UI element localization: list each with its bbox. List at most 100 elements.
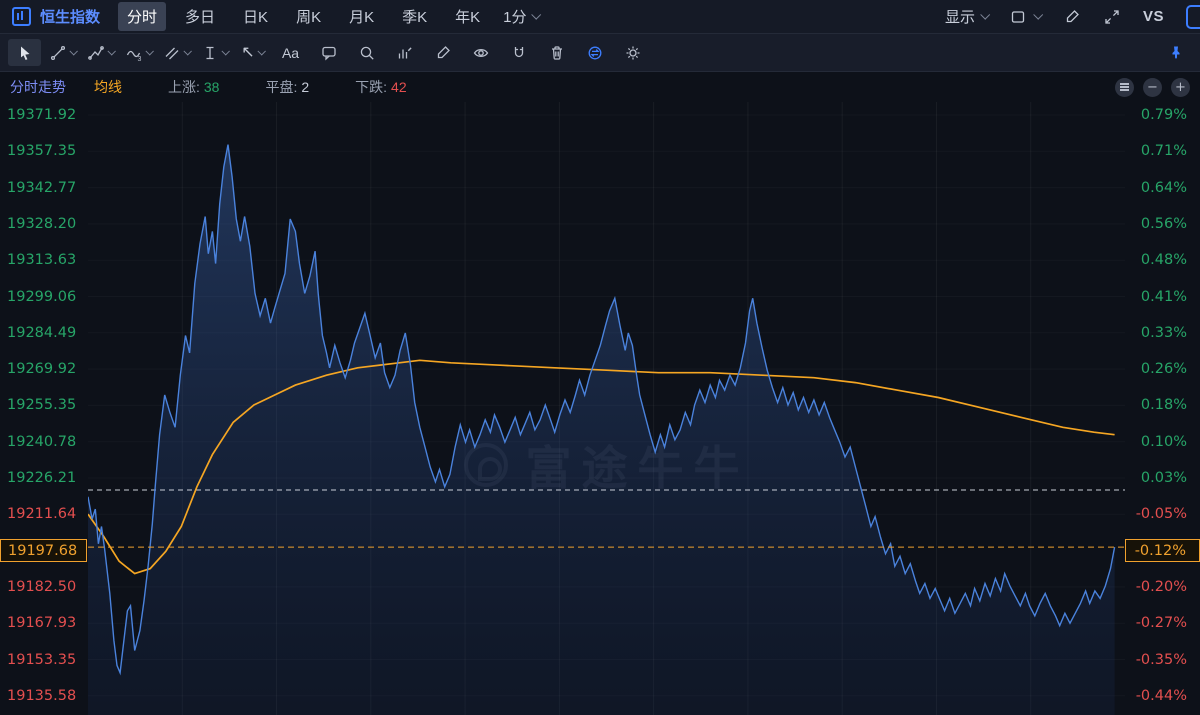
layout-select[interactable] bbox=[1010, 8, 1041, 26]
unchanged-stat: 平盘:2 bbox=[265, 77, 309, 97]
chart-annotate-button[interactable] bbox=[388, 39, 421, 66]
percent-tick: 0.10% bbox=[1141, 434, 1187, 450]
chevron-down-icon bbox=[532, 10, 542, 20]
chart-options-button[interactable] bbox=[1115, 78, 1134, 97]
drawing-toolbar: 3 ↖ Aa bbox=[0, 34, 1200, 72]
chart-info-bar: 分时走势 均线 上涨:38 平盘:2 下跌:42 − + bbox=[0, 72, 1200, 102]
price-tick: 19284.49 bbox=[7, 325, 76, 341]
unchanged-label: 平盘: bbox=[265, 79, 297, 95]
trend-line-tool-button[interactable] bbox=[46, 39, 79, 66]
price-tick: 19240.78 bbox=[7, 434, 76, 450]
percent-tick: 0.18% bbox=[1141, 397, 1187, 413]
percent-tick: 0.03% bbox=[1141, 470, 1187, 486]
search-button[interactable] bbox=[350, 39, 383, 66]
magnet-button[interactable] bbox=[502, 39, 535, 66]
vs-button[interactable]: VS bbox=[1143, 8, 1164, 25]
sync-icon bbox=[586, 44, 604, 62]
tab-yearly-k[interactable]: 年K bbox=[446, 2, 489, 31]
measure-tool-button[interactable] bbox=[198, 39, 231, 66]
arrow-nw-icon: ↖ bbox=[241, 45, 254, 61]
plus-icon: + bbox=[1175, 81, 1186, 94]
layout-icon bbox=[1010, 8, 1028, 26]
zoom-in-button[interactable]: + bbox=[1171, 78, 1190, 97]
channel-icon bbox=[163, 44, 181, 62]
percent-tick: 0.33% bbox=[1141, 325, 1187, 341]
text-tool-icon: Aa bbox=[282, 45, 299, 61]
chevron-down-icon bbox=[69, 47, 77, 55]
price-tick: 19299.06 bbox=[7, 289, 76, 305]
expand-icon bbox=[1103, 8, 1121, 26]
brush-tool-button[interactable] bbox=[426, 39, 459, 66]
arrow-mark-tool-button[interactable]: ↖ bbox=[236, 39, 269, 66]
delete-button[interactable] bbox=[540, 39, 573, 66]
sidebar-toggle-icon[interactable] bbox=[1186, 5, 1200, 29]
price-tick: 19182.50 bbox=[7, 579, 76, 595]
search-icon bbox=[358, 44, 376, 62]
channel-tool-button[interactable] bbox=[160, 39, 193, 66]
pen-icon bbox=[1063, 8, 1081, 26]
interval-select[interactable]: 1分 bbox=[503, 6, 539, 27]
brush-icon bbox=[434, 44, 452, 62]
pen-button[interactable] bbox=[1063, 8, 1081, 26]
zoom-out-button[interactable]: − bbox=[1143, 78, 1162, 97]
advancers-label: 上涨: bbox=[168, 79, 200, 95]
advancers-stat: 上涨:38 bbox=[168, 77, 219, 97]
tab-quarterly-k[interactable]: 季K bbox=[393, 2, 436, 31]
price-tick: 19269.92 bbox=[7, 361, 76, 377]
price-tick: 19255.35 bbox=[7, 397, 76, 413]
comment-tool-button[interactable] bbox=[312, 39, 345, 66]
sync-button[interactable] bbox=[578, 39, 611, 66]
trading-app-window: 恒生指数 分时 多日 日K 周K 月K 季K 年K 1分 显示 bbox=[0, 0, 1200, 715]
pin-button[interactable] bbox=[1159, 39, 1192, 66]
tab-daily-k[interactable]: 日K bbox=[234, 2, 277, 31]
cursor-icon bbox=[16, 44, 34, 62]
fullscreen-button[interactable] bbox=[1103, 8, 1121, 26]
tab-monthly-k[interactable]: 月K bbox=[340, 2, 383, 31]
tab-weekly-k[interactable]: 周K bbox=[287, 2, 330, 31]
display-menu[interactable]: 显示 bbox=[945, 6, 988, 27]
eye-icon bbox=[472, 44, 490, 62]
current-price-label: 19197.68 bbox=[0, 539, 87, 562]
chevron-down-icon bbox=[1033, 10, 1043, 20]
polyline-icon bbox=[87, 44, 105, 62]
minus-icon: − bbox=[1147, 81, 1158, 94]
mode-label: 分时走势 bbox=[10, 77, 66, 97]
symbol-name: 恒生指数 bbox=[40, 6, 100, 27]
unchanged-count: 2 bbox=[301, 79, 309, 95]
chart-annotate-icon bbox=[396, 44, 414, 62]
wave-tool-button[interactable]: 3 bbox=[122, 39, 155, 66]
current-percent-label: -0.12% bbox=[1125, 539, 1200, 562]
text-tool-button[interactable]: Aa bbox=[274, 39, 307, 66]
wave-icon: 3 bbox=[125, 44, 143, 62]
settings-button[interactable] bbox=[616, 39, 649, 66]
price-tick: 19371.92 bbox=[7, 107, 76, 123]
price-tick: 19313.63 bbox=[7, 252, 76, 268]
decliners-label: 下跌: bbox=[355, 79, 387, 95]
decliners-stat: 下跌:42 bbox=[355, 77, 406, 97]
price-tick: 19153.35 bbox=[7, 652, 76, 668]
percent-tick: 0.79% bbox=[1141, 107, 1187, 123]
percent-tick: -0.05% bbox=[1136, 506, 1187, 522]
chevron-down-icon bbox=[221, 47, 229, 55]
plot-svg[interactable] bbox=[88, 102, 1125, 715]
interval-value: 1分 bbox=[503, 6, 526, 27]
period-tabs: 分时 多日 日K 周K 月K 季K 年K bbox=[118, 2, 489, 31]
percent-tick: 0.41% bbox=[1141, 289, 1187, 305]
chart-window-icon[interactable] bbox=[12, 7, 31, 26]
tab-multiday[interactable]: 多日 bbox=[176, 2, 224, 31]
percent-tick: 0.26% bbox=[1141, 361, 1187, 377]
price-tick: 19342.77 bbox=[7, 180, 76, 196]
top-bar: 恒生指数 分时 多日 日K 周K 月K 季K 年K 1分 显示 bbox=[0, 0, 1200, 34]
percent-tick: 0.71% bbox=[1141, 143, 1187, 159]
pointer-tool-button[interactable] bbox=[8, 39, 41, 66]
gear-icon bbox=[624, 44, 642, 62]
tab-intraday[interactable]: 分时 bbox=[118, 2, 166, 31]
polyline-tool-button[interactable] bbox=[84, 39, 117, 66]
percent-tick: -0.27% bbox=[1136, 615, 1187, 631]
chevron-down-icon bbox=[257, 47, 265, 55]
decliners-count: 42 bbox=[391, 79, 407, 95]
visibility-button[interactable] bbox=[464, 39, 497, 66]
chart-area: 富途牛牛 19371.9219357.3519342.7719328.20193… bbox=[0, 102, 1200, 715]
menu-icon bbox=[1120, 86, 1129, 88]
top-bar-right: 显示 VS bbox=[945, 5, 1188, 29]
